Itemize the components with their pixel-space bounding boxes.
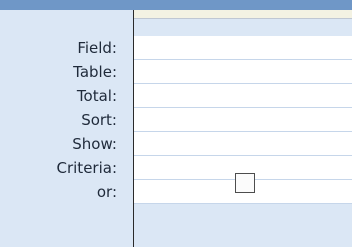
row-label-or: or: (96, 183, 117, 201)
row-show: Show: (0, 132, 352, 156)
row-field: Field: ▼ (0, 36, 352, 60)
total-cell[interactable] (134, 84, 352, 108)
row-label-field: Field: (77, 39, 117, 57)
query-design-grid: Field: ▼ Table: Total: Sort: Show: Crite… (0, 0, 352, 247)
row-label-criteria: Criteria: (56, 159, 118, 177)
row-label-table: Table: (73, 63, 117, 81)
row-sort: Sort: (0, 108, 352, 132)
row-label-sort: Sort: (81, 111, 117, 129)
table-cell[interactable] (134, 60, 352, 84)
row-label-show: Show: (72, 135, 117, 153)
row-total: Total: (0, 84, 352, 108)
field-cell[interactable]: ▼ (134, 36, 352, 60)
show-cell[interactable] (134, 132, 352, 156)
grid-top-strip (0, 0, 352, 10)
grid-rows: Field: ▼ Table: Total: Sort: Show: Crite… (0, 10, 352, 247)
row-or: or: (0, 180, 352, 204)
row-criteria: Criteria: (0, 156, 352, 180)
sort-cell[interactable] (134, 108, 352, 132)
row-label-total: Total: (76, 87, 117, 105)
show-checkbox[interactable] (235, 173, 255, 193)
row-table: Table: (0, 60, 352, 84)
